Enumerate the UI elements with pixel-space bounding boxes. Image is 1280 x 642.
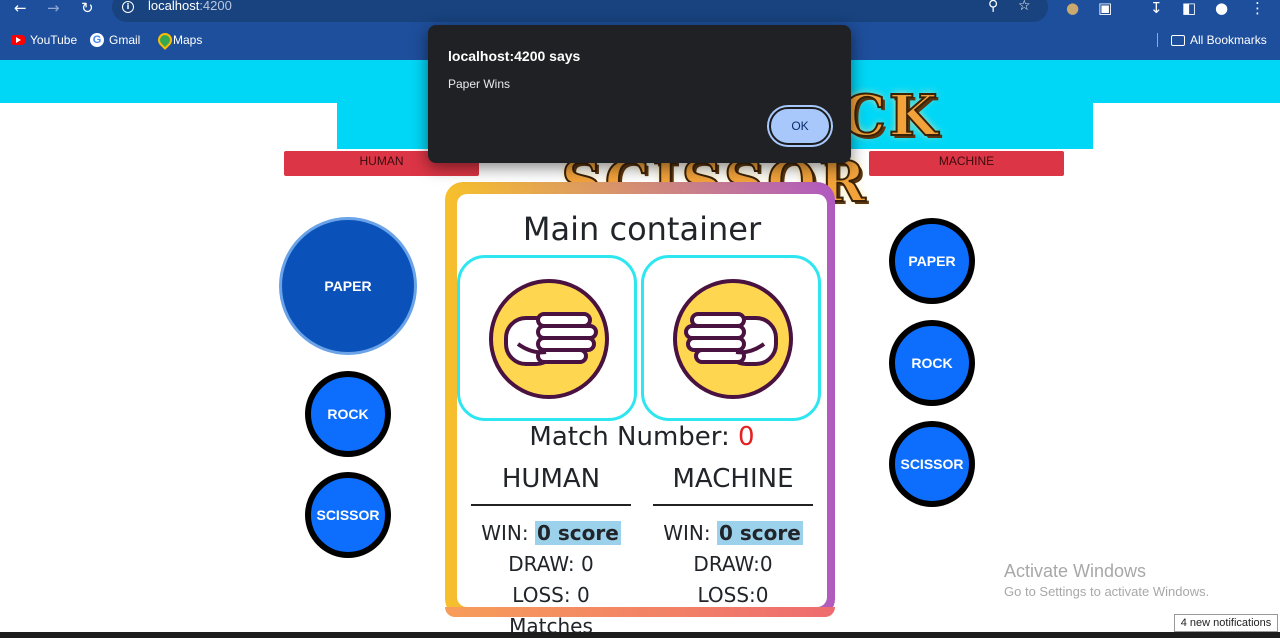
win-label: WIN: bbox=[663, 521, 717, 545]
paper-hand-icon bbox=[489, 279, 609, 399]
machine-rock-button[interactable]: ROCK bbox=[889, 320, 975, 406]
bookmark-youtube[interactable]: YouTube bbox=[11, 33, 77, 47]
all-bookmarks-label: All Bookmarks bbox=[1190, 33, 1267, 47]
machine-scissor-button[interactable]: SCISSOR bbox=[889, 421, 975, 507]
human-score-column: HUMAN WIN: 0 score DRAW: 0 LOSS: 0 Match… bbox=[471, 464, 631, 642]
zoom-icon[interactable]: ⚲ bbox=[988, 0, 998, 14]
machine-score-column: MACHINE WIN: 0 score DRAW:0 LOSS:0 bbox=[653, 464, 813, 611]
win-label: WIN: bbox=[481, 521, 535, 545]
machine-paper-button[interactable]: PAPER bbox=[889, 218, 975, 304]
activate-subtitle: Go to Settings to activate Windows. bbox=[1004, 584, 1210, 599]
main-container: Main container Match Number: 0 HUMAN WIN… bbox=[445, 182, 835, 638]
match-label: Match Number: bbox=[529, 422, 739, 452]
menu-icon[interactable]: ⋮ bbox=[1250, 0, 1265, 16]
human-paper-button[interactable]: PAPER bbox=[279, 217, 417, 355]
bookmark-star-icon[interactable]: ☆ bbox=[1018, 0, 1031, 14]
ok-button[interactable]: OK bbox=[769, 107, 831, 145]
extension-icon[interactable]: ● bbox=[1066, 0, 1079, 16]
bookmark-divider bbox=[1157, 33, 1158, 47]
address-bar[interactable]: i localhost:4200 ⚲ ☆ bbox=[112, 0, 1048, 22]
machine-hand-card bbox=[641, 255, 821, 421]
url-text[interactable]: localhost:4200 bbox=[148, 0, 232, 13]
activate-windows-watermark: Activate Windows Go to Settings to activ… bbox=[1004, 561, 1209, 599]
bookmark-label: YouTube bbox=[30, 33, 78, 47]
youtube-icon bbox=[11, 35, 25, 45]
activate-title: Activate Windows bbox=[1004, 561, 1147, 581]
puzzle-icon[interactable]: ▣ bbox=[1098, 0, 1112, 16]
machine-score-heading: MACHINE bbox=[653, 464, 813, 506]
machine-label: MACHINE bbox=[869, 151, 1064, 176]
notification-badge[interactable]: 4 new notifications bbox=[1174, 614, 1278, 632]
forward-arrow-icon[interactable]: → bbox=[47, 0, 60, 16]
bookmark-gmail[interactable]: G Gmail bbox=[90, 33, 140, 47]
win-value: 0 score bbox=[534, 521, 621, 545]
win-value: 0 score bbox=[716, 521, 803, 545]
url-row: ← → ↻ i localhost:4200 ⚲ ☆ ● ▣ ↧ ◧ ● ⋮ bbox=[0, 0, 1280, 22]
alert-title: localhost:4200 says bbox=[448, 48, 581, 64]
machine-loss: LOSS:0 bbox=[697, 583, 769, 607]
maps-icon bbox=[158, 33, 168, 47]
reload-icon[interactable]: ↻ bbox=[81, 0, 94, 16]
human-hand-card bbox=[457, 255, 637, 421]
match-number-value: 0 bbox=[738, 422, 755, 452]
profile-icon[interactable]: ● bbox=[1215, 0, 1228, 16]
site-info-icon[interactable]: i bbox=[122, 1, 134, 13]
human-draw: DRAW: 0 bbox=[508, 552, 594, 576]
human-score-heading: HUMAN bbox=[471, 464, 631, 506]
human-scissor-button[interactable]: SCISSOR bbox=[305, 472, 391, 558]
main-container-inner: Main container Match Number: 0 HUMAN WIN… bbox=[457, 194, 827, 638]
folder-icon bbox=[1171, 34, 1185, 46]
taskbar bbox=[0, 632, 1280, 638]
sidepanel-icon[interactable]: ◧ bbox=[1182, 0, 1196, 16]
google-icon: G bbox=[90, 33, 104, 47]
back-arrow-icon[interactable]: ← bbox=[14, 0, 27, 16]
machine-win: WIN: 0 score bbox=[653, 518, 813, 549]
alert-dialog: localhost:4200 says Paper Wins OK bbox=[428, 25, 851, 163]
bookmark-label: Maps bbox=[173, 33, 203, 47]
human-rock-button[interactable]: ROCK bbox=[305, 371, 391, 457]
download-icon[interactable]: ↧ bbox=[1150, 0, 1163, 16]
paper-hand-icon bbox=[673, 279, 793, 399]
all-bookmarks[interactable]: All Bookmarks bbox=[1157, 33, 1267, 47]
bookmark-label: Gmail bbox=[109, 33, 141, 47]
match-number: Match Number: 0 bbox=[457, 422, 827, 452]
alert-message: Paper Wins bbox=[448, 77, 511, 91]
human-win: WIN: 0 score bbox=[471, 518, 631, 549]
bookmark-maps[interactable]: Maps bbox=[158, 33, 202, 47]
machine-draw: DRAW:0 bbox=[693, 552, 773, 576]
main-title: Main container bbox=[522, 210, 762, 248]
